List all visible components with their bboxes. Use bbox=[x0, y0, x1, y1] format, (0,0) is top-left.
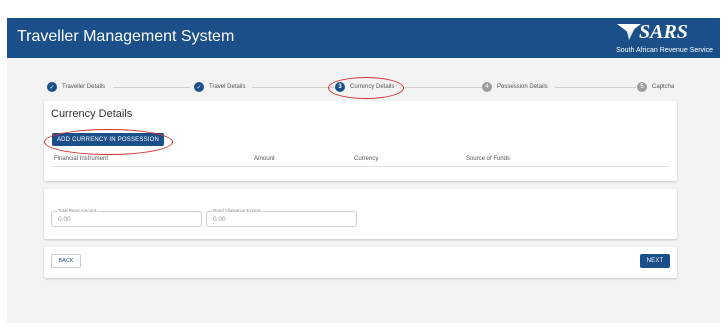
sars-brand: SARS South African Revenue Service bbox=[597, 20, 713, 56]
column-currency: Currency bbox=[354, 156, 379, 162]
navigation-card: BACK NEXT bbox=[44, 247, 677, 278]
next-button[interactable]: NEXT bbox=[640, 254, 670, 268]
field-value: 0.00 bbox=[58, 216, 71, 223]
step-label: Travel Details bbox=[209, 84, 246, 90]
step-label: Captcha bbox=[652, 84, 675, 90]
column-financial-instrument: Financial Instrument bbox=[54, 156, 109, 162]
column-amount: Amount bbox=[254, 156, 275, 162]
step-possession-details[interactable]: 4 Possession Details bbox=[482, 81, 548, 93]
step-connector bbox=[405, 87, 483, 88]
step-connector bbox=[113, 87, 190, 88]
currency-details-card: Currency Details ADD CURRENCY IN POSSESS… bbox=[44, 101, 677, 181]
app-title: Traveller Management System bbox=[17, 28, 235, 45]
step-number: 3 bbox=[335, 82, 345, 92]
rand-allowance-excess-field[interactable]: Rand Allowance Excess 0.00 bbox=[206, 208, 357, 227]
step-label: Currency Details bbox=[350, 84, 395, 90]
step-number: 4 bbox=[482, 82, 492, 92]
step-connector bbox=[252, 87, 334, 88]
brand-subtitle: South African Revenue Service bbox=[616, 47, 713, 54]
app-header: Traveller Management System SARS South A… bbox=[7, 18, 720, 58]
add-currency-button[interactable]: ADD CURRENCY IN POSSESSION bbox=[52, 133, 164, 146]
step-connector bbox=[555, 87, 636, 88]
card-title: Currency Details bbox=[51, 108, 133, 120]
rand-summary-card: Total Rand Amount 0.00 Rand Allowance Ex… bbox=[44, 189, 677, 239]
main-content: ✓ Traveller Details ✓ Travel Details 3 C… bbox=[7, 58, 720, 323]
field-value: 0.00 bbox=[213, 216, 226, 223]
step-number: 5 bbox=[637, 82, 647, 92]
checkmark-icon: ✓ bbox=[194, 82, 204, 92]
sars-logo: SARS bbox=[615, 20, 711, 42]
wizard-stepper: ✓ Traveller Details ✓ Travel Details 3 C… bbox=[45, 81, 680, 93]
step-currency-details[interactable]: 3 Currency Details bbox=[335, 81, 394, 93]
step-captcha[interactable]: 5 Captcha bbox=[637, 81, 674, 93]
checkmark-icon: ✓ bbox=[47, 82, 57, 92]
total-rand-amount-field[interactable]: Total Rand Amount 0.00 bbox=[51, 208, 202, 227]
sars-logo-icon: SARS bbox=[617, 21, 688, 42]
column-source-of-funds: Source of Funds bbox=[466, 156, 511, 162]
currency-table-header: Financial Instrument Amount Currency Sou… bbox=[52, 153, 669, 167]
field-label: Rand Allowance Excess bbox=[212, 208, 263, 214]
svg-text:SARS: SARS bbox=[639, 21, 688, 42]
back-button[interactable]: BACK bbox=[51, 254, 81, 268]
step-label: Possession Details bbox=[497, 84, 548, 90]
step-traveller-details[interactable]: ✓ Traveller Details bbox=[47, 81, 105, 93]
step-travel-details[interactable]: ✓ Travel Details bbox=[194, 81, 245, 93]
step-label: Traveller Details bbox=[62, 84, 106, 90]
field-label: Total Rand Amount bbox=[57, 208, 98, 214]
